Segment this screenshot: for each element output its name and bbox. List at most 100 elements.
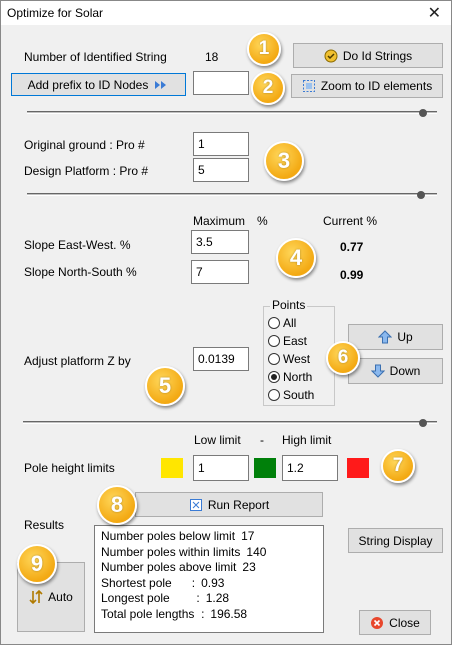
radio-east-circle[interactable] [268,335,280,347]
optimize-for-solar-dialog: Optimize for Solar ✕ Number of Identifie… [0,0,452,645]
results-line-value: 17 [241,529,255,543]
radio-north-circle[interactable] [268,371,280,383]
results-label: Results [24,518,65,532]
high-limit-header: High limit [282,433,332,447]
arrow-up-icon [378,330,393,344]
radio-east-label: East [283,334,308,348]
slider-1[interactable] [27,105,437,119]
radio-point-east[interactable]: East [268,334,307,348]
radio-all-circle[interactable] [268,317,280,329]
results-line-label: Number poles below limit [101,529,236,543]
original-ground-label: Original ground : Pro # [24,138,145,152]
radio-all-label: All [283,316,297,330]
run-report-button[interactable]: Run Report [135,492,323,517]
callout-badge-2: 2 [251,71,285,105]
up-label: Up [397,330,413,344]
radio-point-all[interactable]: All [268,316,296,330]
adjust-platform-label: Adjust platform Z by [24,354,131,368]
report-icon [189,498,202,511]
slider-2-thumb[interactable] [417,191,425,199]
pole-height-limits-label: Pole height limits [24,461,115,475]
arrow-down-icon [370,364,385,378]
window-title: Optimize for Solar [7,6,104,20]
radio-south-circle[interactable] [268,389,280,401]
slope-north-south-label: Slope North-South % [24,265,137,279]
callout-badge-4: 4 [276,238,316,278]
sort-arrows-icon [29,590,43,604]
results-line-value: 140 [246,544,267,559]
add-prefix-label: Add prefix to ID Nodes [27,77,149,92]
up-button[interactable]: Up [348,324,443,350]
radio-west-circle[interactable] [268,353,280,365]
identified-string-count: 18 [205,50,219,64]
slope-east-west-current: 0.77 [340,240,364,254]
slider-3-thumb[interactable] [419,419,427,427]
zoom-frame-icon [302,80,315,92]
results-line-value: 23 [242,560,256,574]
limit-dash: - [260,433,264,447]
zoom-to-id-button[interactable]: Zoom to ID elements [291,74,443,98]
callout-badge-5: 5 [145,366,185,406]
radio-point-south[interactable]: South [268,388,314,402]
slider-1-track [27,111,437,114]
results-line: Number poles below limit 17 [101,529,317,545]
results-line-label: Total pole lengths : [101,606,205,621]
down-label: Down [389,364,421,378]
low-limit-header: Low limit [194,433,241,447]
results-line: Number poles above limit 23 [101,560,317,576]
callout-badge-1: 1 [247,32,281,66]
callout-badge-9: 9 [17,544,57,584]
results-line: Total pole lengths : 196.58 [101,607,317,623]
within-limit-color-swatch[interactable] [254,458,276,478]
callout-badge-3: 3 [264,141,304,181]
string-display-label: String Display [358,533,433,548]
string-display-button[interactable]: String Display [348,528,443,553]
radio-south-label: South [283,388,315,402]
slider-1-thumb[interactable] [419,109,427,117]
adjust-platform-input[interactable]: 0.0139 [193,347,249,371]
current-header: Current % [323,214,378,228]
results-line-label: Longest pole : [101,591,200,605]
close-circle-icon [371,616,384,629]
radio-point-north[interactable]: North [268,370,312,384]
title-bar: Optimize for Solar ✕ [1,1,451,25]
radio-north-label: North [283,370,313,384]
radio-point-west[interactable]: West [268,352,310,366]
above-limit-color-swatch[interactable] [347,458,369,478]
results-box: Number poles below limit 17 Number poles w… [94,525,324,633]
close-label: Close [389,615,420,630]
slider-3-track [23,421,437,424]
window-close-icon[interactable]: ✕ [428,3,441,23]
radio-west-label: West [283,352,311,366]
results-line-label: Shortest pole : [101,575,196,590]
slider-3[interactable] [23,415,437,429]
slider-2[interactable] [27,187,437,201]
results-line: Number poles within limits 140 [101,545,317,561]
identified-string-label: Number of Identified String [24,50,167,64]
points-group-title: Points [270,298,308,312]
design-platform-label: Design Platform : Pro # [24,164,149,178]
auto-label: Auto [48,590,73,604]
slider-2-track [27,193,437,196]
callout-badge-7: 7 [381,449,415,483]
results-line-label: Number poles above limit [101,560,237,574]
design-platform-input[interactable]: 5 [193,158,249,182]
original-ground-input[interactable]: 1 [193,132,249,156]
add-prefix-button[interactable]: Add prefix to ID Nodes [11,73,186,96]
high-limit-input[interactable]: 1.2 [282,455,338,481]
callout-badge-6: 6 [326,341,360,375]
slope-north-south-current: 0.99 [340,268,364,282]
below-limit-color-swatch[interactable] [161,458,183,478]
low-limit-input[interactable]: 1 [193,455,249,481]
zoom-to-id-label: Zoom to ID elements [320,79,433,93]
do-id-strings-button[interactable]: Do Id Strings [293,43,443,68]
do-id-strings-label: Do Id Strings [342,48,413,63]
results-line-value: 1.28 [205,591,230,605]
slope-east-west-input[interactable]: 3.5 [191,230,249,254]
prefix-input[interactable] [193,71,249,95]
close-button[interactable]: Close [359,610,431,635]
maximum-header: Maximum [193,214,246,228]
results-line: Shortest pole : 0.93 [101,576,317,592]
down-button[interactable]: Down [348,358,443,384]
slope-north-south-input[interactable]: 7 [191,260,249,284]
